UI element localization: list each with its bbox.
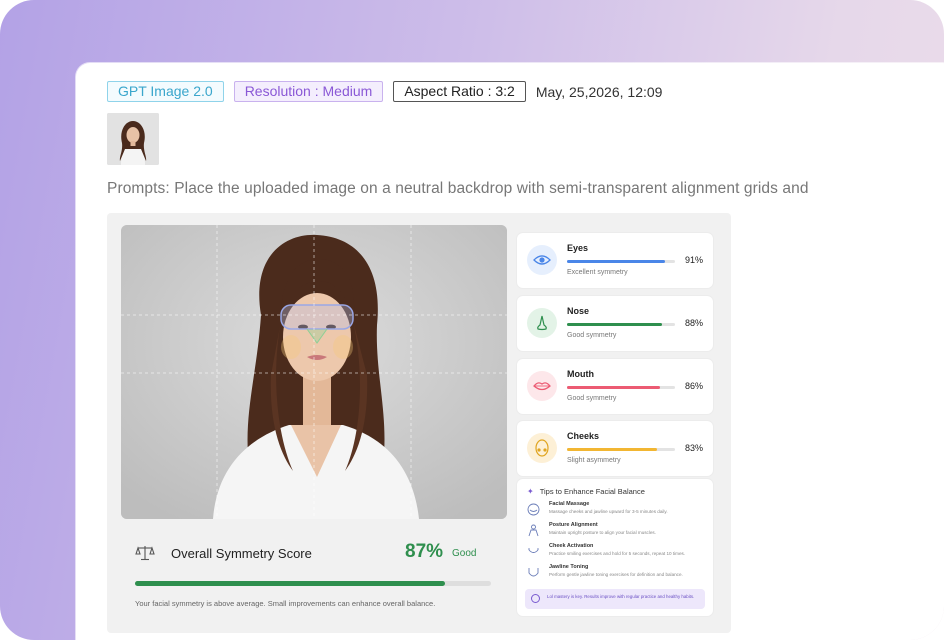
tips-footer-text: Lol mastery is key. Results improve with… xyxy=(547,594,695,599)
metric-percent: 86% xyxy=(684,381,703,391)
info-icon xyxy=(531,594,540,603)
result-card: GPT Image 2.0 Resolution : Medium Aspect… xyxy=(76,63,944,640)
overall-score-rating: Good xyxy=(452,548,477,559)
metric-percent: 91% xyxy=(684,255,703,265)
tip-name: Facial Massage xyxy=(549,501,590,507)
tip-description: Perform gentle jawline toning exercises … xyxy=(549,572,683,577)
metric-bar-fill xyxy=(567,448,657,451)
nose-icon xyxy=(527,308,557,338)
metric-card-mouth[interactable]: Mouth 86% Good symmetry xyxy=(517,359,713,414)
metric-name: Mouth xyxy=(567,369,594,379)
tips-footer: Lol mastery is key. Results improve with… xyxy=(525,589,705,609)
metric-bar xyxy=(567,386,675,389)
aspect-ratio-tag[interactable]: Aspect Ratio : 3:2 xyxy=(393,81,526,102)
metric-card-cheeks[interactable]: Cheeks 83% Slight asymmetry xyxy=(517,421,713,476)
metric-bar-fill xyxy=(567,260,666,263)
tip-description: Maintain upright posture to align your f… xyxy=(549,530,656,535)
face-massage-icon xyxy=(527,503,540,516)
metric-name: Cheeks xyxy=(567,431,600,441)
generated-image[interactable]: Overall Symmetry Score 87% Good Your fac… xyxy=(107,213,731,633)
jawline-icon xyxy=(527,566,540,579)
metric-bar xyxy=(567,448,675,451)
overall-score-title: Overall Symmetry Score xyxy=(171,545,312,561)
overall-score-bar xyxy=(135,581,491,586)
tip-description: Massage cheeks and jawline upward for 3-… xyxy=(549,509,668,514)
tips-card: ✦ Tips to Enhance Facial Balance Facial … xyxy=(517,479,713,616)
metric-name: Eyes xyxy=(567,243,589,253)
tip-item: Cheek Activation Practice smiling exercis… xyxy=(525,543,707,565)
metric-bar xyxy=(567,260,675,263)
lips-icon xyxy=(527,371,557,401)
tip-item: Facial Massage Massage cheeks and jawline… xyxy=(525,501,707,523)
portrait-photo xyxy=(121,225,507,519)
tip-description: Practice smiling exercises and hold for … xyxy=(549,551,686,556)
sparkle-icon: ✦ xyxy=(527,487,534,496)
uploaded-image-thumbnail[interactable] xyxy=(107,113,159,165)
tip-item: Jawline Toning Perform gentle jawline ton… xyxy=(525,564,707,586)
smile-icon xyxy=(527,545,540,558)
overall-score-panel: Overall Symmetry Score 87% Good Your fac… xyxy=(121,525,507,625)
metric-description: Slight asymmetry xyxy=(567,457,621,464)
metric-name: Nose xyxy=(567,306,590,316)
balance-scale-icon xyxy=(135,545,155,561)
resolution-tag[interactable]: Resolution : Medium xyxy=(233,81,384,102)
metric-card-eyes[interactable]: Eyes 91% Excellent symmetry xyxy=(517,233,713,288)
metric-description: Good symmetry xyxy=(567,395,617,402)
tag-row: GPT Image 2.0 Resolution : Medium Aspect… xyxy=(107,81,662,102)
overall-score-value: 87% xyxy=(405,541,444,562)
posture-icon xyxy=(527,524,540,537)
timestamp: May, 25,2026, 12:09 xyxy=(535,83,663,100)
cheek-icon xyxy=(527,433,557,463)
eye-icon xyxy=(527,245,557,275)
metric-description: Excellent symmetry xyxy=(567,269,628,276)
metric-percent: 83% xyxy=(684,443,703,453)
prompt-text: Prompts: Place the uploaded image on a n… xyxy=(107,180,809,197)
model-tag[interactable]: GPT Image 2.0 xyxy=(107,81,224,102)
metric-bar-fill xyxy=(567,323,663,326)
metric-card-nose[interactable]: Nose 88% Good symmetry xyxy=(517,296,713,351)
metric-bar xyxy=(567,323,675,326)
tip-item: Posture Alignment Maintain upright postur… xyxy=(525,522,707,544)
overall-score-bar-fill xyxy=(135,581,445,586)
tip-name: Cheek Activation xyxy=(549,543,594,549)
tip-name: Posture Alignment xyxy=(549,522,598,528)
overall-score-note: Your facial symmetry is above average. S… xyxy=(135,599,436,608)
metric-bar-fill xyxy=(567,386,660,389)
metric-description: Good symmetry xyxy=(567,332,617,339)
metric-percent: 88% xyxy=(684,318,703,328)
app-background: GPT Image 2.0 Resolution : Medium Aspect… xyxy=(0,0,944,640)
tip-name: Jawline Toning xyxy=(549,564,589,570)
tips-title: Tips to Enhance Facial Balance xyxy=(539,487,645,496)
